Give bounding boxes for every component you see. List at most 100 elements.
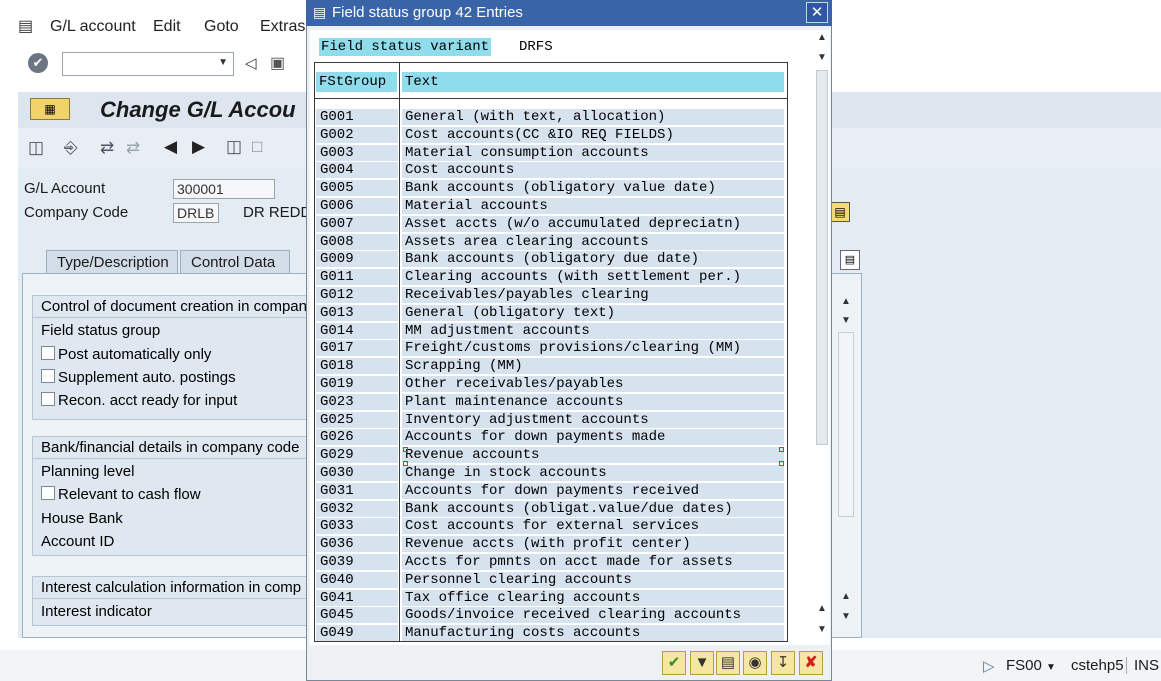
menu-extras[interactable]: Extras (260, 18, 305, 36)
tab-type-description[interactable]: Type/Description (46, 250, 178, 274)
binoculars-icon[interactable]: ◉ (743, 651, 767, 675)
cell-fstgroup[interactable]: G008 (316, 233, 398, 250)
cell-text[interactable]: Personnel clearing accounts (402, 571, 784, 588)
cell-text[interactable]: Scrapping (MM) (402, 358, 784, 375)
table-row[interactable]: G012 Receivables/payables clearing (316, 287, 786, 305)
supplement-auto-checkbox[interactable]: Supplement auto. postings (41, 369, 236, 386)
column-header-text[interactable]: Text (402, 72, 784, 92)
cell-fstgroup[interactable]: G014 (316, 322, 398, 339)
panel-scroll-down2-icon[interactable]: ▼ (841, 611, 851, 622)
cell-fstgroup[interactable]: G009 (316, 251, 398, 268)
table-row[interactable]: G025 Inventory adjustment accounts (316, 411, 786, 430)
cell-text[interactable]: Assets area clearing accounts (402, 233, 784, 250)
cell-fstgroup[interactable]: G025 (316, 411, 398, 428)
tab-list-icon[interactable]: ▤ (840, 250, 860, 270)
table-row[interactable]: G029 Revenue accounts (316, 447, 786, 465)
cell-text[interactable]: Bank accounts (obligat.value/due dates) (402, 500, 784, 517)
cell-fstgroup[interactable]: G002 (316, 126, 398, 143)
cell-text[interactable]: Material consumption accounts (402, 144, 784, 161)
cell-fstgroup[interactable]: G011 (316, 269, 398, 286)
other-object-icon[interactable]: ◫ (28, 138, 44, 158)
table-row[interactable]: G040 Personnel clearing accounts (316, 571, 786, 590)
find-icon[interactable]: ▤ (716, 651, 740, 675)
scroll-up-icon[interactable]: ▲ (815, 603, 829, 614)
gl-account-field[interactable]: 300001 (173, 179, 275, 199)
cancel-icon[interactable]: ✘ (799, 651, 823, 675)
cell-text[interactable]: Change in stock accounts (402, 465, 784, 481)
command-field[interactable]: ▼ (62, 52, 234, 76)
cell-fstgroup[interactable]: G019 (316, 376, 398, 392)
scroll-down-icon[interactable]: ▼ (815, 52, 829, 63)
cell-fstgroup[interactable]: G036 (316, 536, 398, 553)
save-icon[interactable]: ▣ (270, 53, 285, 73)
menu-icon[interactable]: ▤ (18, 16, 33, 36)
cell-fstgroup[interactable]: G012 (316, 287, 398, 303)
table-row[interactable]: G004 Cost accounts (316, 162, 786, 180)
cell-fstgroup[interactable]: G029 (316, 447, 398, 464)
previous-icon[interactable]: ◀ (164, 137, 177, 157)
cell-fstgroup[interactable]: G017 (316, 340, 398, 357)
table-row[interactable]: G006 Material accounts (316, 198, 786, 216)
close-icon[interactable]: ✕ (806, 2, 828, 23)
relevant-cash-flow-checkbox[interactable]: Relevant to cash flow (41, 486, 201, 503)
switch-icon[interactable]: ⇄ (100, 138, 114, 158)
scroll-thumb[interactable] (816, 70, 828, 445)
cell-text[interactable]: Goods/invoice received clearing accounts (402, 607, 784, 624)
chevron-down-icon[interactable]: ▼ (1046, 662, 1056, 673)
table-row[interactable]: G023 Plant maintenance accounts (316, 393, 786, 412)
cell-text[interactable]: Inventory adjustment accounts (402, 411, 784, 428)
table-row[interactable]: G045 Goods/invoice received clearing acco… (316, 607, 786, 625)
tab-control-data[interactable]: Control Data (180, 250, 290, 274)
cell-fstgroup[interactable]: G040 (316, 571, 398, 588)
cell-fstgroup[interactable]: G003 (316, 144, 398, 161)
next-icon[interactable]: ▶ (192, 137, 205, 157)
cell-text[interactable]: Clearing accounts (with settlement per.) (402, 269, 784, 286)
panel-scroll-up2-icon[interactable]: ▲ (841, 591, 851, 602)
cell-fstgroup[interactable]: G045 (316, 607, 398, 624)
cell-text[interactable]: Freight/customs provisions/clearing (MM) (402, 340, 784, 357)
table-row[interactable]: G011 Clearing accounts (with settlement p… (316, 269, 786, 287)
cell-text[interactable]: General (obligatory text) (402, 304, 784, 321)
cell-text[interactable]: Tax office clearing accounts (402, 589, 784, 606)
cell-text[interactable]: MM adjustment accounts (402, 322, 784, 339)
block-icon[interactable]: □ (252, 137, 262, 157)
enter-check-icon[interactable]: ✔ (28, 53, 48, 73)
cell-text[interactable]: Revenue accounts (402, 447, 784, 464)
cell-text[interactable]: Revenue accts (with profit center) (402, 536, 784, 553)
table-row[interactable]: G039 Accts for pmnts on acct made for ass… (316, 554, 786, 572)
table-row[interactable]: G005 Bank accounts (obligatory value date… (316, 180, 786, 198)
table-row[interactable]: G030 Change in stock accounts (316, 465, 786, 483)
panel-scroll-down-icon[interactable]: ▼ (841, 315, 851, 326)
cell-text[interactable]: Bank accounts (obligatory value date) (402, 180, 784, 197)
scroll-up-icon[interactable]: ▲ (815, 32, 829, 43)
cell-text[interactable]: Cost accounts (402, 162, 784, 179)
cell-fstgroup[interactable]: G004 (316, 162, 398, 179)
cell-text[interactable]: Material accounts (402, 198, 784, 214)
cell-text[interactable]: Accts for pmnts on acct made for assets (402, 554, 784, 570)
table-row[interactable]: G018 Scrapping (MM) (316, 358, 786, 376)
chevron-down-icon[interactable]: ▼ (218, 57, 228, 68)
cell-fstgroup[interactable]: G031 (316, 482, 398, 499)
cell-fstgroup[interactable]: G032 (316, 500, 398, 517)
sort-icon[interactable]: ↧ (771, 651, 795, 675)
cell-text[interactable]: Accounts for down payments made (402, 429, 784, 446)
table-row[interactable]: G041 Tax office clearing accounts (316, 589, 786, 608)
table-row[interactable]: G036 Revenue accts (with profit center) (316, 536, 786, 554)
cell-fstgroup[interactable]: G033 (316, 518, 398, 535)
menu-gl-account[interactable]: G/L account (50, 18, 136, 36)
cell-text[interactable]: Asset accts (w/o accumulated depreciatn) (402, 215, 784, 232)
table-row[interactable]: G019 Other receivables/payables (316, 376, 786, 394)
cell-text[interactable]: Cost accounts(CC &IO REQ FIELDS) (402, 126, 784, 143)
table-row[interactable]: G013 General (obligatory text) (316, 304, 786, 323)
cell-fstgroup[interactable]: G041 (316, 589, 398, 606)
post-automatically-checkbox[interactable]: Post automatically only (41, 346, 211, 363)
status-arrow-icon[interactable]: ▷ (983, 657, 995, 675)
filter-icon[interactable]: ▼ (690, 651, 714, 675)
cell-fstgroup[interactable]: G007 (316, 215, 398, 232)
recon-acct-checkbox[interactable]: Recon. acct ready for input (41, 392, 237, 409)
cell-fstgroup[interactable]: G005 (316, 180, 398, 197)
cell-text[interactable]: Manufacturing costs accounts (402, 625, 784, 642)
table-row[interactable]: G026 Accounts for down payments made (316, 429, 786, 447)
check-icon[interactable]: ✔ (662, 651, 686, 675)
scroll-down-icon[interactable]: ▼ (815, 624, 829, 635)
